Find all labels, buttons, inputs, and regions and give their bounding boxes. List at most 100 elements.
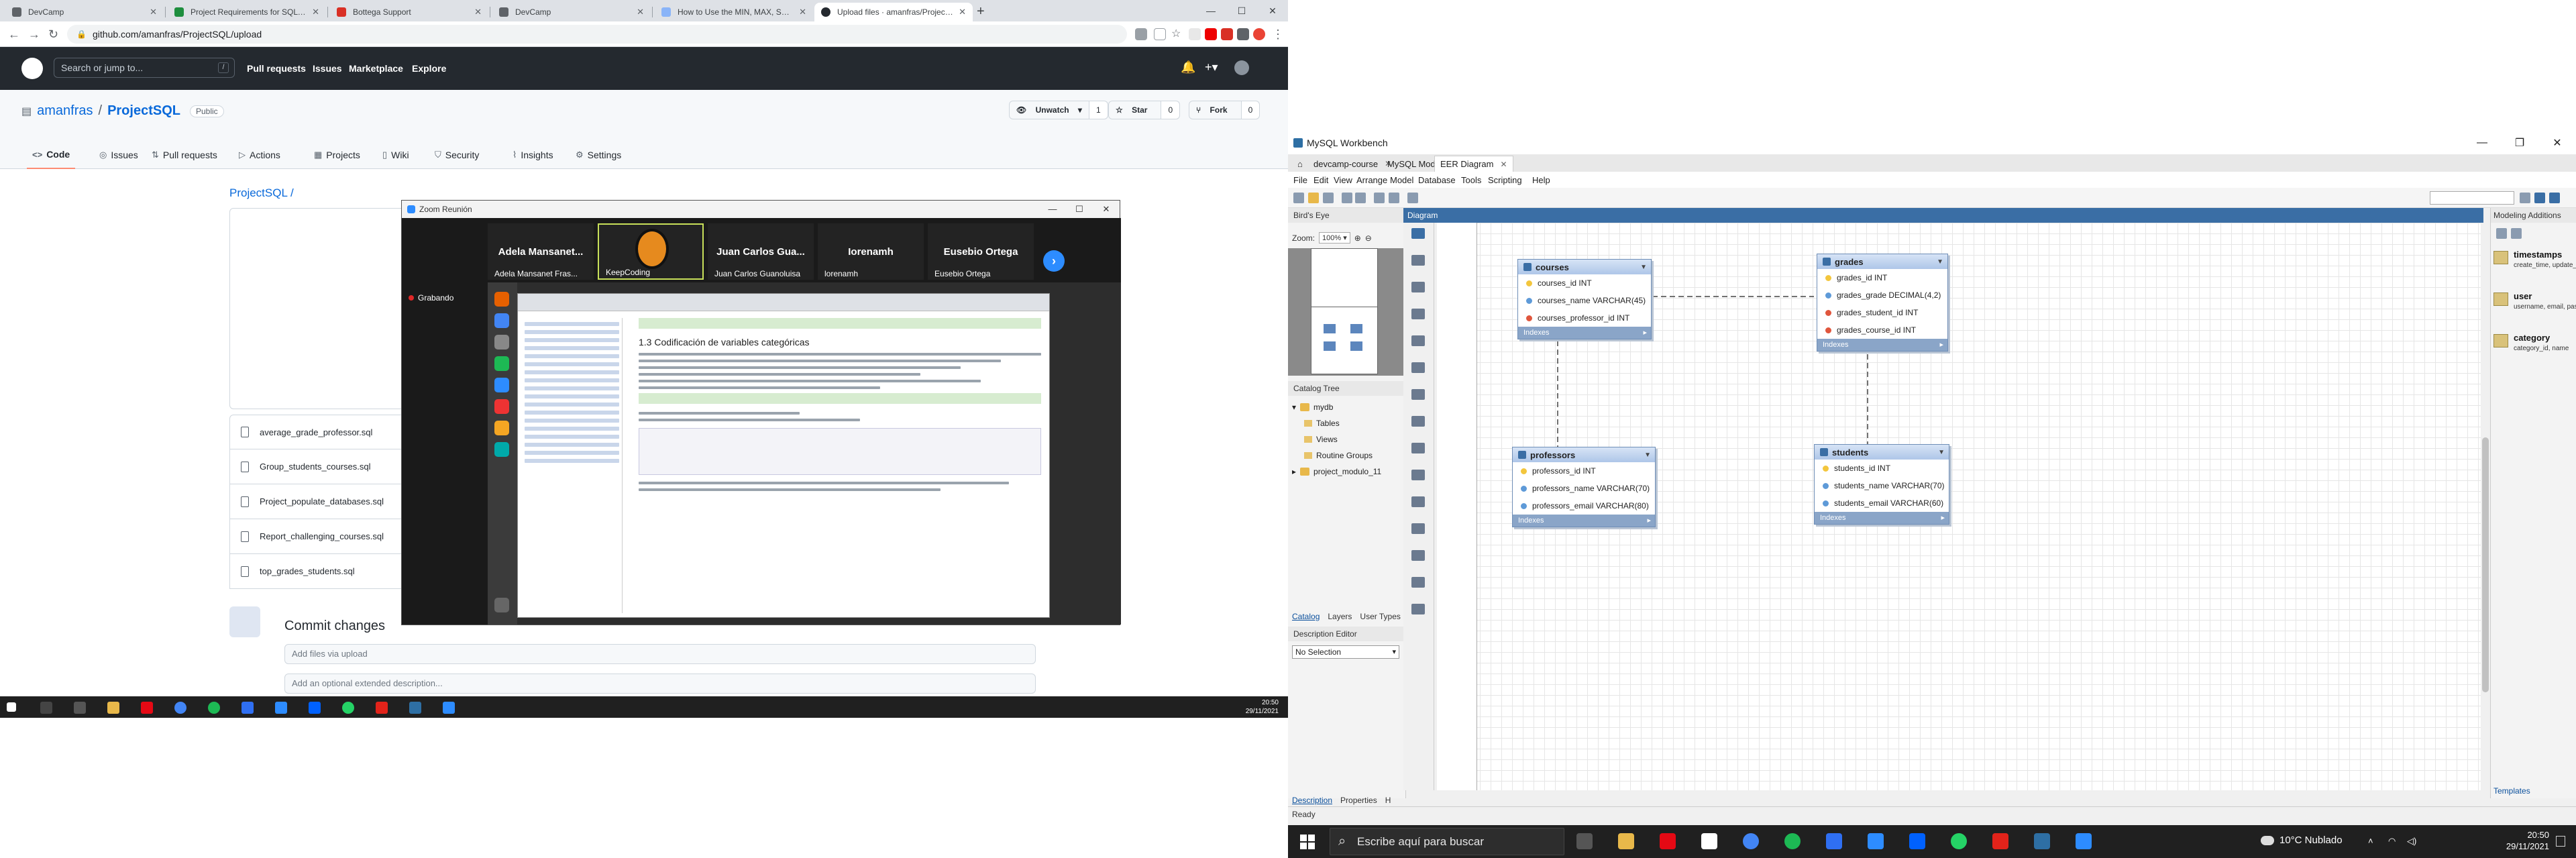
tab-layers[interactable]: Layers (1324, 609, 1356, 624)
diagram-canvas[interactable]: courses ▼ courses_id INT courses_name VAR… (1437, 223, 2481, 790)
participant-tile-active[interactable]: KeepCoding (598, 223, 704, 280)
spotify-icon[interactable] (1784, 833, 1801, 849)
forward-icon[interactable]: → (28, 28, 40, 42)
tab-projects[interactable]: ▦ Projects (309, 141, 366, 169)
routine-tool-icon[interactable] (1411, 443, 1425, 453)
taskbar-search-input[interactable]: Escribe aquí para buscar (1330, 828, 1564, 855)
chevron-down-icon[interactable]: ▼ (1640, 264, 1647, 271)
menu-scripting[interactable]: Scripting (1488, 175, 1522, 185)
mail-icon[interactable] (275, 702, 287, 714)
close-tab-icon[interactable]: ✕ (474, 7, 482, 17)
close-icon[interactable]: ✕ (2538, 131, 2576, 154)
participant-tile[interactable]: Eusebio Ortega Eusebio Ortega (928, 223, 1034, 280)
entity-students[interactable]: students ▼ students_id INT students_name … (1814, 444, 1949, 525)
github-logo-icon[interactable] (21, 58, 43, 79)
create-new-icon[interactable]: +▾ (1205, 60, 1218, 74)
birds-eye-view[interactable] (1288, 248, 1406, 376)
translate-icon[interactable] (1135, 28, 1147, 40)
chrome-icon[interactable] (174, 702, 186, 714)
minimize-icon[interactable]: — (1039, 201, 1066, 218)
participant-tile[interactable]: Adela Mansanet... Adela Mansanet Fras... (488, 223, 594, 280)
close-icon[interactable]: ✕ (1257, 0, 1288, 21)
template-timestamps[interactable]: timestampscreate_time, update_time (2493, 248, 2576, 282)
browser-tab[interactable]: DevCamp ✕ (492, 3, 651, 21)
workbench-icon[interactable] (2034, 833, 2050, 849)
whatsapp-icon[interactable] (342, 702, 354, 714)
app-icon[interactable] (241, 702, 254, 714)
image-tool-icon[interactable] (1411, 362, 1425, 373)
commit-summary-input[interactable]: Add files via upload (284, 644, 1036, 664)
view-grid-icon[interactable] (2511, 228, 2522, 239)
windows-start-icon[interactable] (1300, 835, 1315, 849)
templates-tab[interactable]: Templates (2493, 786, 2530, 796)
menu-view[interactable]: View (1334, 175, 1352, 185)
unwatch-button[interactable]: 👁 Unwatch ▾ 1 (1009, 101, 1108, 119)
tab-catalog[interactable]: Catalog (1288, 609, 1324, 624)
participant-tile[interactable]: Juan Carlos Gua... Juan Carlos Guanoluisa (708, 223, 814, 280)
template-user[interactable]: userusername, email, passwor... (2493, 290, 2576, 323)
view-tool-icon[interactable] (1411, 416, 1425, 427)
close-tab-icon[interactable]: ✕ (637, 7, 644, 17)
layer-tool-icon[interactable] (1411, 309, 1425, 319)
task-view-icon[interactable] (1576, 833, 1593, 849)
tree-schema-mydb[interactable]: ▾ mydb (1292, 403, 1333, 412)
relation-existing-icon[interactable] (1411, 604, 1425, 614)
windows-start-icon[interactable] (7, 702, 16, 712)
search-icon[interactable] (40, 702, 52, 714)
nav-marketplace[interactable]: Marketplace (349, 63, 403, 74)
indexes-section[interactable]: Indexes (1513, 515, 1655, 527)
chevron-down-icon[interactable]: ▼ (1938, 449, 1945, 456)
chevron-down-icon[interactable]: ▼ (1644, 451, 1651, 459)
close-tab-icon[interactable]: ✕ (150, 7, 157, 17)
nav-issues[interactable]: Issues (313, 63, 342, 74)
zoom-icon[interactable] (443, 702, 455, 714)
redo-icon[interactable] (1355, 193, 1366, 203)
note-tool-icon[interactable] (1411, 335, 1425, 346)
fork-button[interactable]: ⑂ Fork 0 (1189, 101, 1260, 119)
commit-description-input[interactable]: Add an optional extended description... (284, 674, 1036, 694)
nav-explore[interactable]: Explore (412, 63, 446, 74)
tree-views[interactable]: Views (1304, 435, 1338, 444)
tab-eer-diagram[interactable]: EER Diagram ✕ (1434, 156, 1513, 172)
extension-icon[interactable] (1189, 28, 1201, 40)
zoom-icon[interactable] (2076, 833, 2092, 849)
acrobat-icon[interactable] (1992, 833, 2008, 849)
tab-code[interactable]: <> Code (27, 141, 76, 169)
calendar-icon[interactable] (1701, 833, 1717, 849)
whatsapp-icon[interactable] (1951, 833, 1967, 849)
browser-tab-active[interactable]: Upload files · amanfras/ProjectS... ✕ (814, 3, 973, 21)
netflix-icon[interactable] (141, 702, 153, 714)
table-tool-icon[interactable] (1411, 389, 1425, 400)
url-field[interactable]: 🔒 github.com/amanfras/ProjectSQL/upload (67, 25, 1127, 44)
open-icon[interactable] (1308, 193, 1319, 203)
menu-arrange[interactable]: Arrange (1356, 175, 1387, 185)
notifications-icon[interactable] (2556, 836, 2565, 847)
extension-icon[interactable] (1221, 28, 1233, 40)
task-view-icon[interactable] (74, 702, 86, 714)
new-icon[interactable] (1293, 193, 1304, 203)
tab-actions[interactable]: ▷ Actions (233, 141, 286, 169)
minimize-icon[interactable]: — (1195, 0, 1226, 21)
relation-1-n-id-icon[interactable] (1411, 550, 1425, 561)
user-avatar[interactable] (1234, 60, 1249, 75)
relation-1-1-icon[interactable] (1411, 470, 1425, 480)
browser-tab[interactable]: Project Requirements for SQL C... ✕ (168, 3, 326, 21)
menu-edit[interactable]: Edit (1313, 175, 1328, 185)
maximize-icon[interactable]: ☐ (1226, 0, 1257, 21)
tab-description[interactable]: Description (1288, 793, 1336, 808)
tab-issues[interactable]: ◎ Issues (94, 141, 144, 169)
search-icon[interactable] (2520, 193, 2530, 203)
close-tab-icon[interactable]: ✕ (1500, 160, 1507, 169)
menu-database[interactable]: Database (1418, 175, 1456, 185)
validate-icon[interactable] (1407, 193, 1418, 203)
zoom-out-icon[interactable]: ⊖ (1365, 233, 1372, 243)
tab-pull-requests[interactable]: ⇅ Pull requests (146, 141, 223, 169)
dropbox-icon[interactable] (309, 702, 321, 714)
weather-widget[interactable]: 10°C Nublado (2261, 835, 2343, 846)
toggle-grid-icon[interactable] (1374, 193, 1385, 203)
indexes-section[interactable]: Indexes (1815, 512, 1949, 524)
bell-icon[interactable]: 🔔 (1181, 60, 1195, 74)
zoom-select[interactable]: 100% ▾ (1319, 232, 1350, 244)
maximize-icon[interactable]: ☐ (1066, 201, 1093, 218)
view-list-icon[interactable] (2496, 228, 2507, 239)
